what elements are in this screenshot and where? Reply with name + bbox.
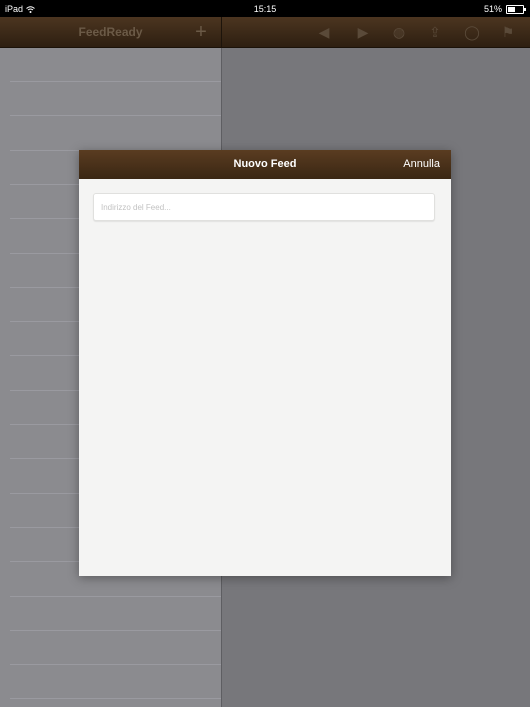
sidebar-row-divider xyxy=(10,664,221,665)
modal-body xyxy=(79,179,451,576)
sidebar-row-divider xyxy=(10,115,221,116)
new-feed-modal: Nuovo Feed Annulla xyxy=(79,150,451,576)
status-time: 15:15 xyxy=(253,4,277,14)
share-icon[interactable]: ⇪ xyxy=(425,22,445,42)
sidebar-row-divider xyxy=(10,630,221,631)
battery-icon xyxy=(506,4,526,14)
battery-fill xyxy=(508,6,516,12)
modal-title: Nuovo Feed xyxy=(233,158,297,170)
add-feed-button[interactable]: + xyxy=(190,20,212,44)
nav-bar: FeedReady + ◀ ▶ ◍ ⇪ ◯ ⚑ xyxy=(0,17,530,48)
forward-icon[interactable]: ▶ xyxy=(353,22,373,42)
flag-icon[interactable]: ⚑ xyxy=(498,22,518,42)
app-title: FeedReady xyxy=(78,25,143,39)
battery-percent: 51% xyxy=(483,4,502,14)
globe-icon[interactable]: ◍ xyxy=(389,22,409,42)
cancel-button[interactable]: Annulla xyxy=(403,158,440,170)
sidebar-row-divider xyxy=(10,596,221,597)
status-right: 51% xyxy=(483,4,526,14)
status-bar: iPad 15:15 51% xyxy=(0,0,530,17)
modal-header: Nuovo Feed Annulla xyxy=(79,150,451,179)
back-icon[interactable]: ◀ xyxy=(314,22,334,42)
nav-divider xyxy=(221,17,222,47)
sidebar-row-divider xyxy=(10,698,221,699)
feed-address-input[interactable] xyxy=(93,193,435,221)
sidebar-row-divider xyxy=(10,81,221,82)
circle-icon[interactable]: ◯ xyxy=(462,22,482,42)
